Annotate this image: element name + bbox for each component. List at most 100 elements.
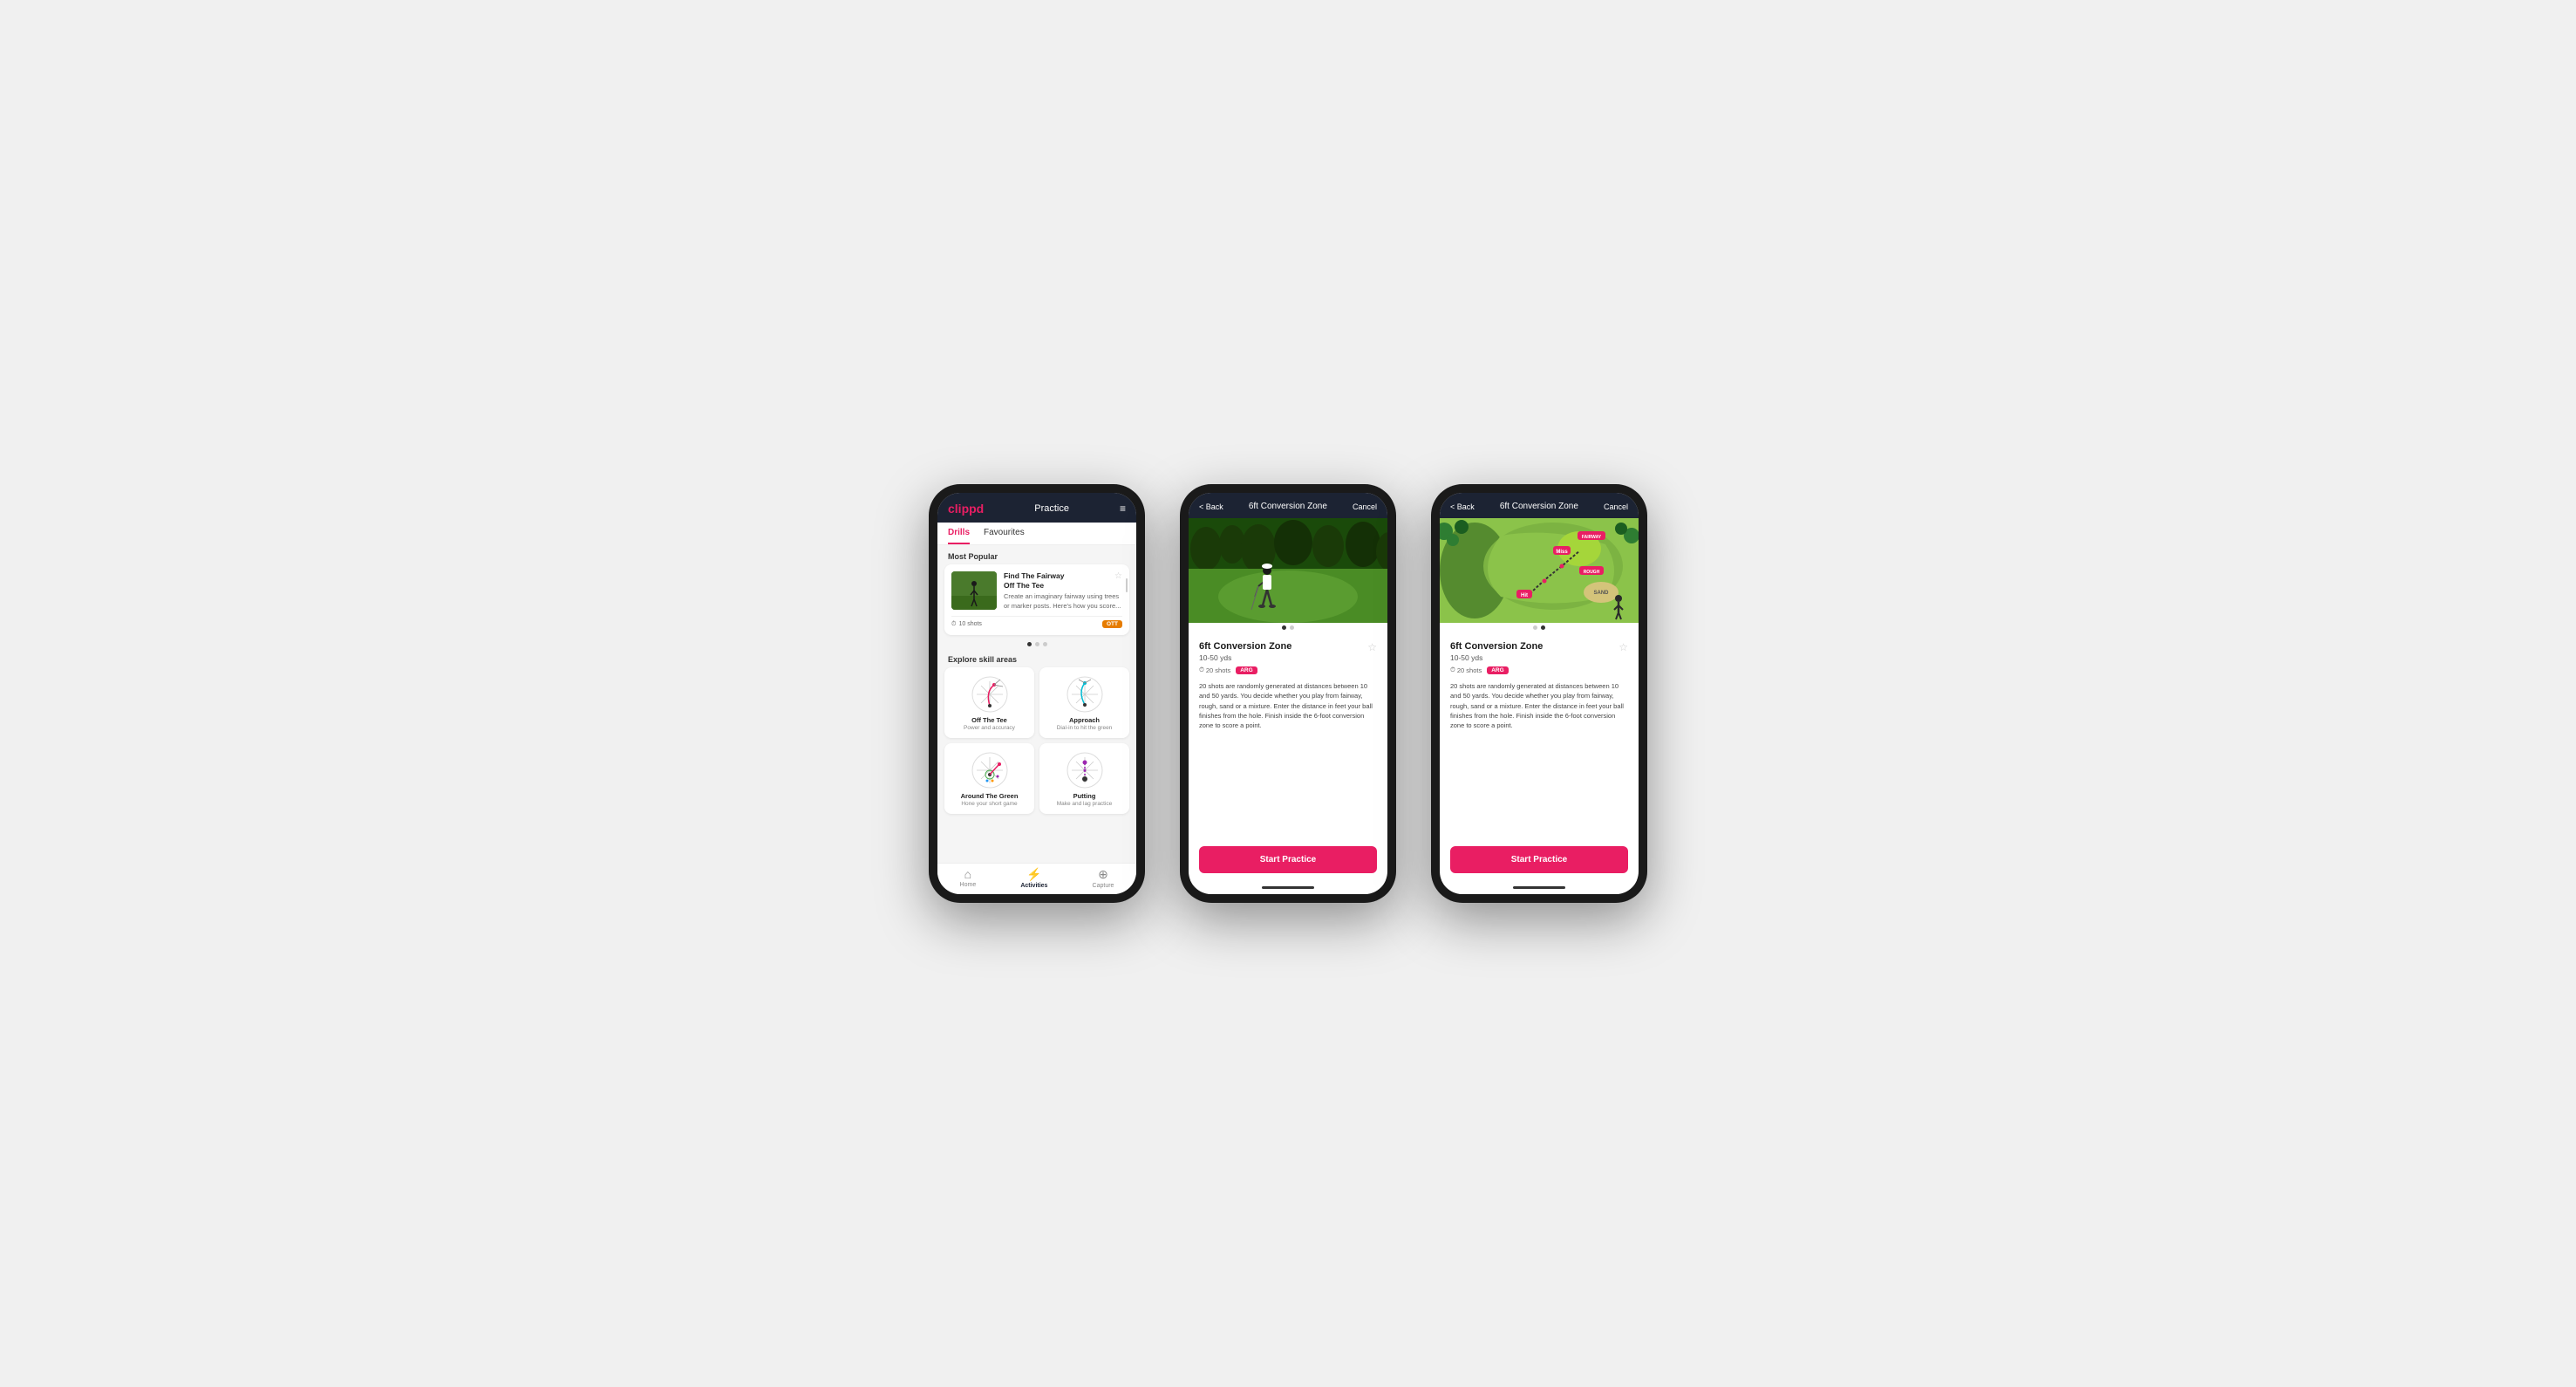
phone-2-screen: < Back 6ft Conversion Zone Cancel — [1189, 493, 1387, 894]
drill-meta: ⏱ 20 shots ARG — [1199, 666, 1377, 674]
most-popular-label: Most Popular — [937, 545, 1136, 564]
nav-activities[interactable]: ⚡ Activities — [1020, 867, 1047, 889]
around-green-icon — [970, 750, 1010, 790]
activities-icon: ⚡ — [1026, 867, 1041, 882]
bottom-bar — [1189, 880, 1387, 894]
nav-activities-label: Activities — [1020, 883, 1047, 889]
nav-title: Practice — [1034, 503, 1069, 514]
svg-text:ROUGH: ROUGH — [1584, 570, 1600, 575]
shots-count: ⏱ 10 shots — [951, 621, 982, 628]
home-indicator — [1262, 886, 1314, 889]
clock-icon: ⏱ — [951, 621, 956, 628]
tabs-bar: Drills Favourites — [937, 523, 1136, 545]
ott-badge: OTT — [1102, 620, 1122, 628]
img-dot-2 — [1290, 625, 1294, 630]
phone3-drill-title: 6ft Conversion Zone — [1450, 641, 1543, 652]
skill-card-approach[interactable]: Approach Dial-in to hit the green — [1039, 667, 1129, 738]
img-dot-1 — [1282, 625, 1286, 630]
favourite-star[interactable]: ☆ — [1114, 571, 1122, 581]
drill-subtitle: Off The Tee — [1004, 581, 1122, 591]
phone3-detail-header: 6ft Conversion Zone 10-50 yds ☆ — [1450, 641, 1628, 662]
drill-title-group: 6ft Conversion Zone 10-50 yds — [1199, 641, 1291, 662]
screen-title: 6ft Conversion Zone — [1249, 502, 1327, 511]
drill-title: 6ft Conversion Zone — [1199, 641, 1291, 652]
skill-desc-atg: Hone your short game — [961, 801, 1017, 807]
cancel-button[interactable]: Cancel — [1353, 502, 1377, 511]
back-button[interactable]: < Back — [1199, 502, 1223, 511]
phone3-drill-meta: ⏱ 20 shots ARG — [1450, 666, 1628, 674]
phone3-drill-description: 20 shots are randomly generated at dista… — [1450, 681, 1628, 730]
skill-name-atg: Around The Green — [961, 792, 1019, 800]
skill-name-putting: Putting — [1073, 792, 1096, 800]
detail-star-icon[interactable]: ☆ — [1367, 641, 1377, 653]
clippd-logo: clippd — [948, 502, 984, 516]
nav-capture-label: Capture — [1093, 883, 1114, 889]
drill-card-image — [951, 571, 997, 610]
tab-drills[interactable]: Drills — [948, 523, 970, 544]
skill-card-putting[interactable]: Putting Make and lag practice — [1039, 743, 1129, 814]
phone3-screen-title: 6ft Conversion Zone — [1500, 502, 1578, 511]
timer-icon: ⏱ — [1199, 666, 1204, 674]
menu-icon[interactable]: ≡ — [1120, 502, 1126, 515]
start-practice-button[interactable]: Start Practice — [1199, 846, 1377, 873]
svg-text:Miss: Miss — [1556, 550, 1568, 555]
scroll-indicator — [1126, 578, 1128, 592]
phone3-star-icon[interactable]: ☆ — [1619, 641, 1628, 653]
phone3-drill-range: 10-50 yds — [1450, 653, 1543, 662]
phone3-back-button[interactable]: < Back — [1450, 502, 1475, 511]
arg-badge: ARG — [1236, 666, 1257, 674]
detail-header: 6ft Conversion Zone 10-50 yds ☆ — [1199, 641, 1377, 662]
dot-1 — [1027, 642, 1032, 646]
drill-title: Find The Fairway — [1004, 571, 1122, 581]
phone3-shots-display: ⏱ 20 shots — [1450, 666, 1482, 674]
nav-home-label: Home — [960, 882, 977, 888]
shots-display: ⏱ 20 shots — [1199, 666, 1230, 674]
bottom-nav: ⌂ Home ⚡ Activities ⊕ Capture — [937, 863, 1136, 894]
skill-name-approach: Approach — [1069, 716, 1100, 724]
skill-desc-putting: Make and lag practice — [1057, 801, 1113, 807]
phone-2: < Back 6ft Conversion Zone Cancel — [1180, 484, 1396, 903]
phone-1: clippd Practice ≡ Drills Favourites Most… — [929, 484, 1145, 903]
svg-text:Hit: Hit — [1521, 593, 1528, 598]
phone-2-header: < Back 6ft Conversion Zone Cancel — [1189, 493, 1387, 518]
phone3-title-group: 6ft Conversion Zone 10-50 yds — [1450, 641, 1543, 662]
skill-card-off-the-tee[interactable]: Off The Tee Power and accuracy — [944, 667, 1034, 738]
phone-3-screen: < Back 6ft Conversion Zone Cancel — [1440, 493, 1639, 894]
featured-drill-card[interactable]: Find The Fairway Off The Tee Create an i… — [944, 564, 1129, 635]
skill-desc-ott: Power and accuracy — [964, 725, 1015, 731]
phone3-img-dot-2 — [1541, 625, 1545, 630]
phone3-drill-detail: 6ft Conversion Zone 10-50 yds ☆ ⏱ 20 sho… — [1440, 632, 1639, 839]
drill-description: 20 shots are randomly generated at dista… — [1199, 681, 1377, 730]
phone3-bottom-bar — [1440, 880, 1639, 894]
drill-image — [1189, 518, 1387, 623]
phone3-timer-icon: ⏱ — [1450, 666, 1455, 674]
phone3-img-dot-1 — [1533, 625, 1537, 630]
drill-card-footer: ⏱ 10 shots OTT — [951, 616, 1122, 628]
skill-card-around-green[interactable]: Around The Green Hone your short game — [944, 743, 1034, 814]
phone-3-header: < Back 6ft Conversion Zone Cancel — [1440, 493, 1639, 518]
capture-icon: ⊕ — [1098, 867, 1108, 882]
home-icon: ⌂ — [964, 867, 971, 881]
off-the-tee-icon — [970, 674, 1010, 714]
approach-icon — [1065, 674, 1105, 714]
dot-2 — [1035, 642, 1039, 646]
explore-label: Explore skill areas — [937, 650, 1136, 667]
tab-favourites[interactable]: Favourites — [984, 523, 1025, 544]
phone-1-header: clippd Practice ≡ — [937, 493, 1136, 523]
drill-detail: 6ft Conversion Zone 10-50 yds ☆ ⏱ 20 sho… — [1189, 632, 1387, 839]
map-image: Miss Hit FAIRWAY ROUGH SAND — [1440, 518, 1639, 623]
image-dots — [1189, 623, 1387, 632]
phone3-cancel-button[interactable]: Cancel — [1604, 502, 1628, 511]
phone3-start-practice-button[interactable]: Start Practice — [1450, 846, 1628, 873]
drill-description: Create an imaginary fairway using trees … — [1004, 592, 1122, 611]
nav-capture[interactable]: ⊕ Capture — [1093, 867, 1114, 889]
phone-1-screen: clippd Practice ≡ Drills Favourites Most… — [937, 493, 1136, 894]
drill-range: 10-50 yds — [1199, 653, 1291, 662]
putting-icon — [1065, 750, 1105, 790]
drill-card-text: Find The Fairway Off The Tee Create an i… — [1004, 571, 1122, 611]
skill-areas-grid: Off The Tee Power and accuracy — [937, 667, 1136, 821]
phone3-image-dots — [1440, 623, 1639, 632]
nav-home[interactable]: ⌂ Home — [960, 867, 977, 889]
carousel-dots — [937, 639, 1136, 650]
drills-content: Most Popular — [937, 545, 1136, 863]
